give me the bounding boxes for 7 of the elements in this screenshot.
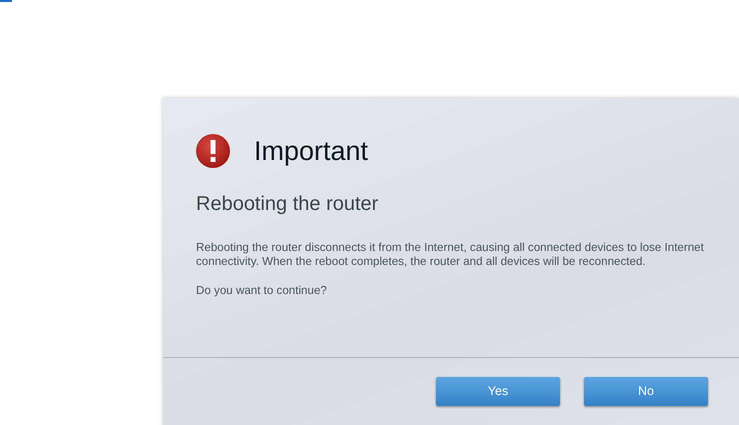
- dialog-heading: Rebooting the router: [196, 192, 380, 217]
- yes-button[interactable]: Yes: [436, 377, 560, 406]
- alert-icon: [196, 134, 230, 168]
- dialog-message: Rebooting the router disconnects it from the Internet, causing all connected devices to lose Internet connectivity. When the reboot completes, the router and all devices will be reconnected.: [196, 241, 705, 268]
- dialog-question: Do you want to continue?: [196, 283, 328, 300]
- no-button[interactable]: No: [584, 377, 708, 406]
- dialog-title: Important: [254, 138, 368, 164]
